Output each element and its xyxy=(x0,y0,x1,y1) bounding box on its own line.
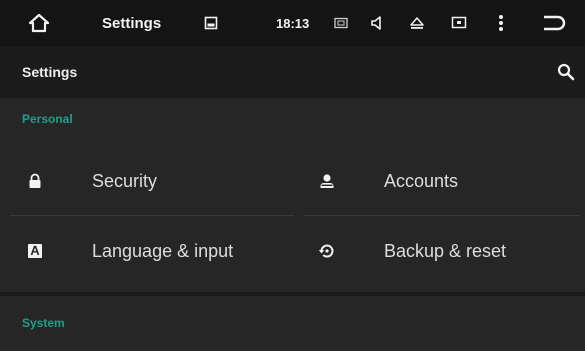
home-icon xyxy=(28,13,50,33)
settings-item-security[interactable]: Security xyxy=(0,150,292,212)
back-button[interactable] xyxy=(536,0,572,46)
search-icon xyxy=(557,63,575,81)
volume-button[interactable] xyxy=(366,0,388,46)
settings-item-accounts[interactable]: Accounts xyxy=(292,150,585,212)
backup-restore-icon xyxy=(316,240,338,262)
more-options-button[interactable] xyxy=(492,0,510,46)
row-divider xyxy=(10,215,294,216)
app-bar: Settings xyxy=(0,46,585,98)
sim-indicator xyxy=(330,0,352,46)
volume-icon xyxy=(371,16,381,30)
personal-section: Personal Security Accounts Language & in… xyxy=(0,98,585,292)
system-section: System xyxy=(0,296,585,351)
settings-item-language-input[interactable]: Language & input xyxy=(0,220,292,282)
lock-icon xyxy=(24,170,46,192)
keyboard-language-icon xyxy=(24,240,46,262)
screen-icon xyxy=(451,16,467,29)
screen-button[interactable] xyxy=(446,0,472,46)
image-indicator xyxy=(200,0,222,46)
clock: 18:13 xyxy=(276,15,310,31)
eject-button[interactable] xyxy=(404,0,430,46)
settings-item-label: Language & input xyxy=(92,240,234,261)
status-bar-title: Settings xyxy=(102,14,162,32)
more-vert-icon xyxy=(499,15,503,31)
section-header-personal: Personal xyxy=(22,112,73,126)
row-divider xyxy=(304,215,580,216)
status-bar: Settings 18:13 xyxy=(0,0,585,46)
search-button[interactable] xyxy=(554,60,578,84)
eject-icon xyxy=(410,17,424,29)
settings-item-backup-reset[interactable]: Backup & reset xyxy=(292,220,585,282)
settings-item-label: Backup & reset xyxy=(384,240,507,261)
sim-icon xyxy=(334,17,348,29)
account-icon xyxy=(316,170,338,192)
back-icon xyxy=(544,15,566,31)
settings-item-label: Security xyxy=(92,170,158,191)
image-icon xyxy=(204,16,218,30)
section-header-system: System xyxy=(22,316,65,330)
home-button[interactable] xyxy=(22,0,56,46)
page-title: Settings xyxy=(22,64,78,80)
settings-item-label: Accounts xyxy=(384,170,459,191)
